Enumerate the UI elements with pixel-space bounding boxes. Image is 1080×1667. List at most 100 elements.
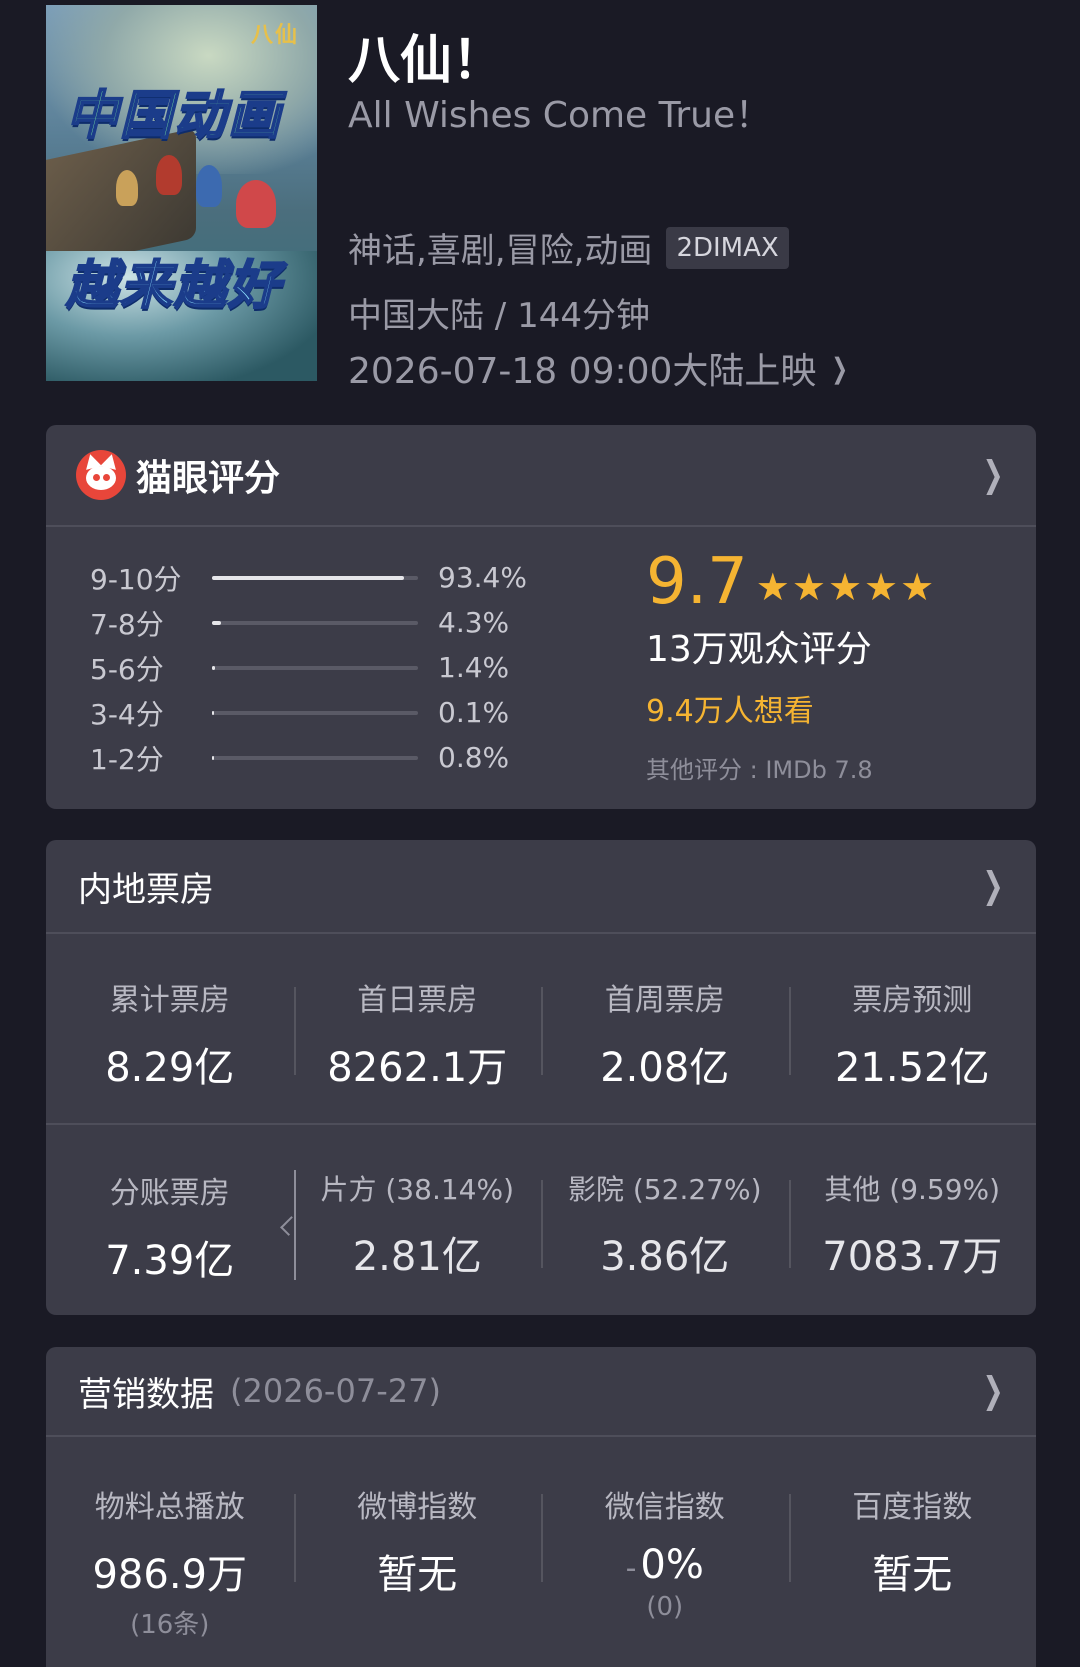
raters-count: 13万观众评分: [646, 629, 872, 670]
chevron-right-icon[interactable]: ❯: [982, 1371, 1003, 1412]
stat-sub: (0): [646, 1592, 684, 1622]
poster-character: [236, 180, 276, 228]
movie-genres: 神话,喜剧,冒险,动画: [348, 231, 653, 271]
box-office-header[interactable]: 内地票房 ❯: [46, 840, 1036, 934]
chevron-right-icon[interactable]: ❯: [982, 455, 1003, 496]
rating-distribution: 9-10分 93.4% 7-8分 4.3% 5-6分 1.4% 3-4分 0.1% 1-2分 0.…: [90, 555, 527, 780]
stat-value: 986.9万: [92, 1552, 247, 1598]
distribution-row: 5-6分 1.4%: [90, 645, 527, 690]
box-office-row-1: 累计票房 8.29亿 首日票房 8262.1万 首周票房 2.08亿 票房预测 …: [46, 975, 1036, 1093]
stat-value: 3.86亿: [600, 1234, 730, 1280]
distribution-label: 1-2分: [90, 742, 164, 776]
box-office-row-2: 分账票房 7.39亿 片方 (38.14%) 2.81亿 影院 (52.27%)…: [46, 1168, 1036, 1286]
poster-character: [156, 155, 182, 195]
format-badge: 2DIMAX: [666, 226, 789, 269]
distribution-percent: 1.4%: [438, 651, 510, 684]
stat-producer: 片方 (38.14%) 2.81亿: [293, 1168, 542, 1286]
marketing-header[interactable]: 营销数据 (2026-07-27) ❯: [46, 1347, 1036, 1437]
stat-label: 百度指数: [852, 1490, 973, 1525]
chevron-right-icon[interactable]: ❯: [982, 866, 1003, 907]
divider: [46, 1123, 1036, 1125]
stat-value: 2.08亿: [600, 1045, 730, 1091]
distribution-bar-track: [212, 575, 418, 580]
poster-headline-top: 中国动画: [65, 85, 283, 147]
stat-value: 8.29亿: [105, 1045, 235, 1091]
stat-value: 2.81亿: [352, 1234, 482, 1280]
distribution-bar-track: [212, 710, 418, 715]
wish-count[interactable]: 9.4万人想看: [646, 686, 936, 730]
stat-value: 21.52亿: [834, 1045, 990, 1091]
distribution-bar-fill: [212, 755, 214, 760]
stat-first-day: 首日票房 8262.1万: [293, 975, 542, 1093]
star-rating: ★ ★ ★ ★ ★: [756, 568, 936, 606]
star-icon: ★: [755, 565, 790, 609]
stat-sub: (16条): [130, 1610, 210, 1640]
distribution-bar-track: [212, 665, 418, 670]
region-duration: 中国大陆 / 144分钟: [348, 296, 650, 336]
other-rating: 其他评分 : IMDb 7.8: [646, 756, 873, 784]
distribution-row: 9-10分 93.4%: [90, 555, 527, 600]
maoyan-cat-icon: [76, 450, 126, 500]
poster-headline-bottom: 越来越好: [65, 255, 283, 317]
score-value: 9.7: [646, 545, 748, 619]
rating-card: 猫眼评分 ❯ 9-10分 93.4% 7-8分 4.3% 5-6分 1.4% 3-4分 0.1…: [46, 425, 1036, 809]
distribution-row: 1-2分 0.8%: [90, 735, 527, 780]
distribution-bar-fill: [212, 665, 216, 670]
distribution-bar-fill: [212, 620, 221, 625]
stat-label: 累计票房: [109, 983, 230, 1018]
box-office-card: 内地票房 ❯ 累计票房 8.29亿 首日票房 8262.1万 首周票房 2.08…: [46, 840, 1036, 1315]
star-icon: ★: [864, 565, 899, 609]
poster-logo: 八仙: [250, 23, 299, 48]
distribution-bar-fill: [212, 575, 405, 580]
stat-first-week: 首周票房 2.08亿: [541, 975, 789, 1093]
stat-cinema: 影院 (52.27%) 3.86亿: [541, 1168, 789, 1286]
stat-value: 暂无: [872, 1552, 953, 1598]
score-block: 9.7 ★ ★ ★ ★ ★ 13万观众评分 9.4万人想看 其他评分 : IMDb 7.…: [646, 550, 936, 785]
stat-cumulative: 累计票房 8.29亿: [46, 975, 294, 1093]
stat-label: 其他 (9.59%): [824, 1173, 1001, 1206]
movie-poster[interactable]: 八仙 中国动画 越来越好: [46, 5, 317, 381]
chevron-right-icon: ❯: [831, 351, 849, 385]
distribution-percent: 0.8%: [438, 741, 510, 774]
marketing-stats: 物料总播放 986.9万 (16条) 微博指数 暂无 微信指数 -0% (0) …: [46, 1482, 1036, 1641]
movie-title: 八仙！: [348, 31, 505, 91]
distribution-bar-fill: [212, 710, 214, 715]
distribution-row: 7-8分 4.3%: [90, 600, 527, 645]
marketing-card: 营销数据 (2026-07-27) ❯ 物料总播放 986.9万 (16条) 微…: [46, 1347, 1036, 1667]
stat-label: 首周票房: [604, 983, 725, 1018]
poster-character: [116, 170, 138, 206]
stat-label: 微信指数: [604, 1490, 725, 1525]
stat-value: -0%: [541, 1542, 789, 1588]
distribution-label: 5-6分: [90, 652, 164, 686]
distribution-label: 7-8分: [90, 607, 164, 641]
distribution-label: 3-4分: [90, 697, 164, 731]
stat-label: 票房预测: [852, 983, 973, 1018]
star-icon: ★: [791, 565, 826, 609]
distribution-percent: 0.1%: [438, 696, 510, 729]
distribution-bar-track: [212, 755, 418, 760]
stat-label: 片方 (38.14%): [320, 1173, 514, 1206]
stat-other: 其他 (9.59%) 7083.7万: [788, 1168, 1037, 1286]
brace-icon: [280, 1170, 304, 1280]
box-office-title: 内地票房: [78, 869, 214, 910]
distribution-row: 3-4分 0.1%: [90, 690, 527, 735]
stat-label: 分账票房: [109, 1176, 230, 1211]
rating-brand: 猫眼评分: [136, 458, 281, 499]
stat-value-text: 0%: [640, 1542, 704, 1588]
stat-label: 影院 (52.27%): [567, 1173, 762, 1206]
stat-value: 8262.1万: [327, 1045, 508, 1091]
stat-prefix: -: [625, 1551, 637, 1586]
stat-label: 微博指数: [357, 1490, 478, 1525]
stat-value: 7.39亿: [105, 1238, 235, 1284]
stat-weibo-index: 微博指数 暂无: [293, 1482, 542, 1641]
genre-row: 神话,喜剧,冒险,动画 2DIMAX: [348, 223, 789, 272]
star-icon: ★: [900, 565, 935, 609]
distribution-bar-track: [212, 620, 418, 625]
release-text: 2026-07-18 09:00大陆上映: [348, 351, 817, 392]
distribution-percent: 4.3%: [438, 606, 510, 639]
release-info[interactable]: 2026-07-18 09:00大陆上映 ❯: [348, 342, 852, 394]
rating-header[interactable]: 猫眼评分 ❯: [46, 425, 1036, 527]
marketing-date: (2026-07-27): [230, 1372, 441, 1410]
distribution-label: 9-10分: [90, 562, 182, 596]
stat-label: 物料总播放: [94, 1490, 245, 1525]
